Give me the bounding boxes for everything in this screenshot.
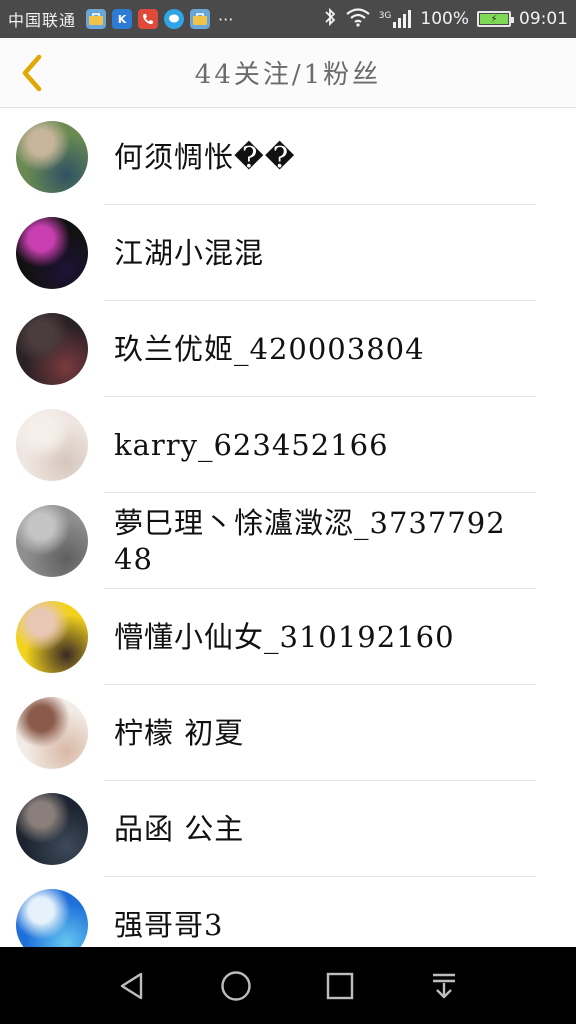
- notification-pull-icon: [433, 973, 455, 998]
- user-list-item[interactable]: 强哥哥3: [0, 877, 576, 947]
- user-name: 玖兰优姬_420003804: [114, 332, 425, 366]
- user-avatar[interactable]: [16, 409, 88, 481]
- system-nav-bar: [0, 947, 576, 1024]
- user-name: 何须惆怅��: [114, 140, 296, 174]
- nav-notification-button[interactable]: [419, 961, 469, 1011]
- user-name: 品函 公主: [114, 812, 245, 846]
- user-list-item[interactable]: 玖兰优姬_420003804: [0, 301, 576, 397]
- user-avatar[interactable]: [16, 793, 88, 865]
- user-list-item[interactable]: karry_623452166: [0, 397, 576, 493]
- page-header: 44关注/1粉丝: [0, 38, 576, 108]
- user-avatar[interactable]: [16, 217, 88, 289]
- carrier-name: 中国联通: [8, 11, 77, 30]
- recents-square-icon: [326, 972, 354, 999]
- user-name: 懵懂小仙女_310192160: [114, 620, 455, 654]
- chevron-left-icon: [22, 54, 42, 92]
- user-avatar[interactable]: [16, 505, 88, 577]
- user-list-item[interactable]: 懵懂小仙女_310192160: [0, 589, 576, 685]
- user-name: 江湖小混混: [114, 236, 265, 270]
- user-list-item[interactable]: 何须惆怅��: [0, 109, 576, 205]
- network-type: 3G: [378, 11, 392, 21]
- nav-back-button[interactable]: [107, 961, 157, 1011]
- back-triangle-icon: [120, 972, 143, 999]
- user-name: 柠檬 初夏: [114, 716, 245, 750]
- user-list-item[interactable]: 江湖小混混: [0, 205, 576, 301]
- back-button[interactable]: [12, 52, 52, 94]
- user-list-item[interactable]: 夢巳理丶悇瀘澂涊_373779248: [0, 493, 576, 589]
- bag-icon: [190, 9, 211, 29]
- signal-icon: 3G: [379, 9, 413, 29]
- battery-percent: 100%: [420, 9, 469, 29]
- clock: 09:01: [519, 9, 568, 29]
- user-name: 夢巳理丶悇瀘澂涊_373779248: [114, 506, 506, 576]
- user-avatar[interactable]: [16, 601, 88, 673]
- status-bar: 中国联通 K ··· 3G 100% ⚡ 09:01: [0, 0, 576, 38]
- nav-recents-button[interactable]: [315, 961, 365, 1011]
- status-bar-right: 3G 100% ⚡ 09:01: [323, 7, 568, 32]
- more-notifications-dots: ···: [218, 9, 234, 29]
- user-list-item[interactable]: 品函 公主: [0, 781, 576, 877]
- user-avatar[interactable]: [16, 121, 88, 193]
- bag-icon: [86, 9, 107, 29]
- chat-icon: [164, 9, 185, 29]
- user-name: karry_623452166: [114, 428, 389, 462]
- page-title: 44关注/1粉丝: [194, 60, 382, 90]
- k-app-icon: K: [112, 9, 133, 29]
- phone-icon: [138, 9, 159, 29]
- user-avatar[interactable]: [16, 313, 88, 385]
- user-list-item[interactable]: 柠檬 初夏: [0, 685, 576, 781]
- user-list: 何须惆怅�� 江湖小混混玖兰优姬_420003804 karry_623452166…: [0, 109, 576, 947]
- home-circle-icon: [221, 970, 251, 1001]
- bluetooth-icon: [323, 7, 337, 32]
- status-bar-left: 中国联通 K ···: [8, 7, 233, 31]
- user-avatar[interactable]: [16, 697, 88, 769]
- user-avatar[interactable]: [16, 889, 88, 947]
- nav-home-button[interactable]: [211, 961, 261, 1011]
- wifi-icon: [345, 7, 371, 32]
- user-name: 强哥哥3: [114, 908, 224, 942]
- battery-icon: ⚡: [477, 11, 514, 27]
- battery-level: ⚡: [480, 14, 508, 25]
